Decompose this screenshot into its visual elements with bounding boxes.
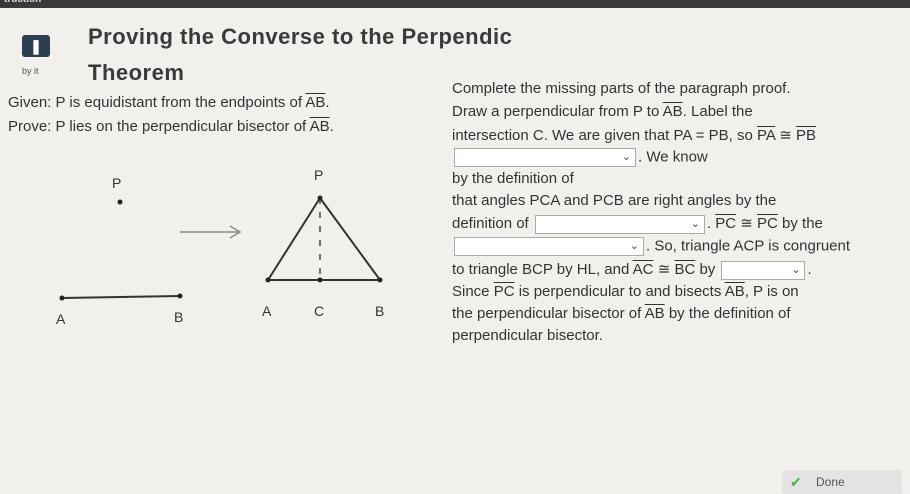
fig2-segment-pb [319,197,381,281]
fig2-point-p [317,195,323,201]
given-statement: Given: P is equidistant from the endpoin… [8,94,330,111]
proof-text: Since [452,283,490,300]
chevron-down-icon: ⌄ [621,151,631,163]
congruent-symbol: ≅ [779,127,792,144]
proof-text: . We know [638,148,708,166]
congruent-symbol: ≅ [740,215,753,232]
dropdown-3[interactable]: ⌄ [454,237,644,256]
proof-segment: PC [715,215,737,232]
proof-text: Complete the missing parts of the paragr… [452,80,791,97]
proof-line-1: Complete the missing parts of the paragr… [452,80,791,97]
proof-text: , P is on [744,283,799,300]
proof-segment: BC [674,261,696,278]
arrow-icon [180,225,242,239]
done-label: Done [816,475,845,489]
proof-line-4: ⌄ . We know [452,148,708,167]
fig2-label-p: P [314,167,323,183]
fig1-label-p: P [112,175,121,191]
proof-text: intersection C. We are given that PA = P… [452,127,753,144]
proof-text: the perpendicular bisector of [452,305,642,322]
page-title-line1: Proving the Converse to the Perpendic [88,24,513,49]
dropdown-1[interactable]: ⌄ [454,148,636,167]
proof-text: that angles PCA and PCB are right angles… [452,192,777,209]
fig2-label-c: C [314,303,324,319]
proof-text: . Label the [682,103,753,120]
dropdown-4[interactable]: ⌄ [721,260,806,280]
proof-line-2: Draw a perpendicular from P to AB. Label… [452,103,753,120]
proof-text: Draw a perpendicular from P to [452,103,660,120]
proof-text: by the definition of [452,170,574,187]
fig1-label-b: B [174,309,183,325]
proof-line-10: Since PC is perpendicular to and bisects… [452,283,799,300]
given-prefix: Given: P is equidistant from the endpoin… [8,94,303,111]
done-button[interactable]: ✔ Done [782,470,902,494]
fig1-label-a: A [56,311,66,327]
proof-text: . [807,261,812,278]
fig2-point-c [317,277,323,283]
fig1-point-p [117,199,123,205]
badge-subtext: by it [22,66,39,76]
prove-segment: AB [309,118,330,135]
fig2-label-a: A [262,303,272,319]
fig2-point-b [377,277,383,283]
prove-statement: Prove: P lies on the perpendicular bisec… [8,118,334,135]
proof-line-7: definition of ⌄. PC ≅ PC by the [452,214,823,234]
proof-segment: PB [796,127,817,144]
chevron-down-icon: ⌄ [690,217,700,230]
fig1-point-a [59,295,65,301]
chevron-down-icon: ⌄ [629,240,639,252]
given-suffix: . [325,94,330,111]
window-topbar: truction [0,0,910,8]
proof-text: . [706,215,712,232]
proof-text: definition of [452,215,529,232]
dropdown-2[interactable]: ⌄ [534,214,705,234]
proof-segment: AB [662,103,683,120]
fig1-segment-ab [61,295,181,299]
proof-text: is perpendicular to and bisects [518,283,722,300]
proof-line-9: to triangle BCP by HL, and AC ≅ BC by ⌄. [452,260,812,280]
proof-segment: AC [632,261,654,278]
proof-text: to triangle BCP by HL, and [452,261,630,278]
proof-line-12: perpendicular bisector. [452,327,603,344]
proof-line-3: intersection C. We are given that PA = P… [452,126,816,144]
proof-line-5: by the definition of [452,170,574,187]
given-segment: AB [305,94,326,111]
proof-text: . So, triangle ACP is congruent [646,237,851,255]
fig2-segment-pa [267,197,321,281]
page-title-line2: Theorem [88,60,185,85]
proof-segment: AB [644,305,665,322]
chevron-down-icon: ⌄ [791,263,801,276]
proof-line-11: the perpendicular bisector of AB by the … [452,305,791,322]
proof-segment: PA [757,127,776,144]
prove-suffix: . [329,118,334,135]
proof-segment: PC [493,283,515,300]
congruent-symbol: ≅ [657,261,671,278]
lesson-icon: ❚ [22,35,50,57]
proof-text: perpendicular bisector. [452,327,603,344]
check-icon: ✔ [790,474,802,490]
fig2-label-b: B [375,303,384,319]
proof-segment: AB [724,283,745,300]
fig1-point-b [177,293,183,299]
proof-text: by the definition of [668,305,791,322]
fig2-point-a [265,277,271,283]
proof-line-8: ⌄ . So, triangle ACP is congruent [452,237,850,256]
corner-text: truction [4,0,41,5]
figure-construction: P A C B [262,167,384,319]
proof-line-6: that angles PCA and PCB are right angles… [452,192,776,209]
prove-prefix: Prove: P lies on the perpendicular bisec… [8,118,307,135]
proof-text: by the [782,215,823,232]
proof-segment: PC [757,215,778,232]
proof-text: by [699,261,716,278]
